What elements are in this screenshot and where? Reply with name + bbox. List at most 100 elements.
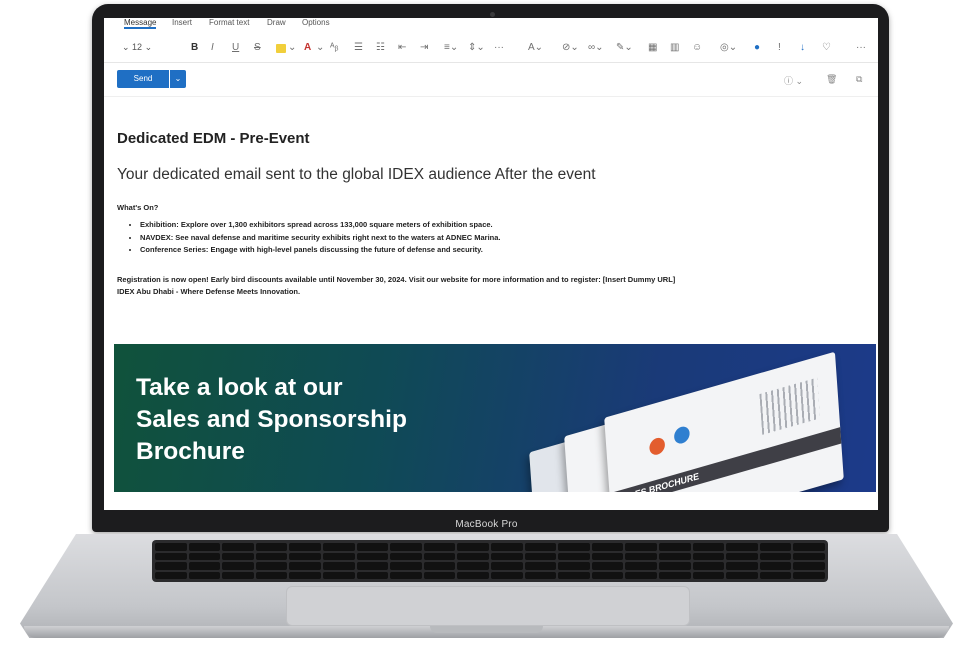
brochure-image-front: SALES BROCHURE xyxy=(604,351,844,492)
keyboard-key xyxy=(524,571,557,579)
keyboard-key xyxy=(558,552,590,560)
keyboard-key xyxy=(289,543,321,551)
keyboard-key xyxy=(289,562,321,570)
align-icon[interactable]: ≡⌄ xyxy=(444,43,458,53)
link-icon[interactable]: ∞⌄ xyxy=(588,43,604,53)
format-painter-icon[interactable]: ᴬᵦ xyxy=(330,43,338,53)
banner-line-1: Take a look at our xyxy=(136,374,343,401)
keyboard-key xyxy=(759,562,792,570)
keyboard-key xyxy=(155,552,187,560)
popout-icon[interactable]: ⧉ xyxy=(856,74,862,85)
bullet-list: Exhibition: Explore over 1,300 exhibitor… xyxy=(124,219,501,257)
keyboard-key xyxy=(423,571,456,579)
spacing-icon[interactable]: ⇕⌄ xyxy=(468,43,485,53)
keyboard-key xyxy=(524,562,557,570)
keyboard-key xyxy=(793,562,825,570)
keyboard-key xyxy=(457,562,489,570)
email-compose-window: Message Insert Format text Draw Options … xyxy=(104,18,878,510)
registration-text: Registration is now open! Early bird dis… xyxy=(117,275,676,284)
keyboard-key xyxy=(558,543,590,551)
keyboard-key xyxy=(726,543,758,551)
keyboard xyxy=(152,540,828,582)
keyboard-key xyxy=(356,543,389,551)
keyboard-key xyxy=(390,543,422,551)
keyboard-key xyxy=(289,552,321,560)
styles-icon[interactable]: A⌄ xyxy=(528,43,543,53)
keyboard-key xyxy=(591,543,624,551)
font-size-value: 12 xyxy=(132,42,143,52)
table-icon[interactable]: ▦ xyxy=(648,43,657,53)
strikethrough-button[interactable]: S xyxy=(254,43,261,53)
keyboard-key xyxy=(625,543,657,551)
attach-icon[interactable]: ⊘⌄ xyxy=(562,43,579,53)
brochure-banner[interactable]: Take a look at our Sales and Sponsorship… xyxy=(114,344,876,492)
keyboard-key xyxy=(659,543,691,551)
brochure-label: SALES BROCHURE xyxy=(609,427,842,492)
keyboard-key xyxy=(524,552,557,560)
tab-options[interactable]: Options xyxy=(302,18,330,27)
chevron-down-icon[interactable]: ⌄ xyxy=(316,43,324,53)
keyboard-key xyxy=(356,571,389,579)
keyboard-key xyxy=(222,571,254,579)
keyboard-key xyxy=(390,562,422,570)
bold-button[interactable]: B xyxy=(191,43,198,53)
decrease-indent-icon[interactable]: ⇤ xyxy=(398,43,406,53)
copilot-icon[interactable]: ◎⌄ xyxy=(720,43,737,53)
info-icon[interactable]: ⓘ ⌄ xyxy=(784,74,803,87)
keyboard-key xyxy=(323,552,355,560)
overflow-icon[interactable]: ··· xyxy=(856,43,866,53)
numbering-icon[interactable]: ☷ xyxy=(376,43,385,53)
chevron-down-icon[interactable]: ⌄ xyxy=(288,43,296,53)
send-bar: Send ⌄ ⓘ ⌄ 🗑 ⧉ xyxy=(104,66,878,97)
increase-indent-icon[interactable]: ⇥ xyxy=(420,43,428,53)
more-icon[interactable]: ··· xyxy=(494,43,504,53)
keyboard-key xyxy=(591,552,624,560)
keyboard-key xyxy=(390,571,422,579)
send-button[interactable]: Send xyxy=(117,70,169,88)
immersive-reader-icon[interactable]: ♡ xyxy=(822,43,831,53)
device-label: MacBook Pro xyxy=(455,519,518,530)
list-item: NAVDEX: See naval defense and maritime s… xyxy=(140,232,501,245)
keyboard-key xyxy=(491,562,523,570)
email-heading: Dedicated EDM - Pre-Event xyxy=(117,130,310,147)
tab-message[interactable]: Message xyxy=(124,18,157,29)
keyboard-key xyxy=(323,543,355,551)
italic-button[interactable]: I xyxy=(211,43,214,53)
keyboard-key xyxy=(423,552,456,560)
delete-icon[interactable]: 🗑 xyxy=(826,74,837,85)
tagline-text: IDEX Abu Dhabi - Where Defense Meets Inn… xyxy=(117,287,301,296)
keyboard-key xyxy=(692,543,725,551)
keyboard-key xyxy=(155,571,187,579)
tab-format-text[interactable]: Format text xyxy=(209,18,249,27)
lid-notch xyxy=(430,626,543,633)
highlight-icon[interactable] xyxy=(276,44,286,53)
underline-button[interactable]: U xyxy=(232,43,239,53)
email-subheading: Your dedicated email sent to the global … xyxy=(117,166,596,183)
keyboard-key xyxy=(155,562,187,570)
banner-line-3: Brochure xyxy=(136,438,245,465)
keyboard-key xyxy=(659,562,691,570)
sensitivity-icon[interactable]: ! xyxy=(778,43,781,53)
keyboard-key xyxy=(423,543,456,551)
keyboard-key xyxy=(255,552,288,560)
importance-icon[interactable]: ↓ xyxy=(800,43,805,53)
formatting-toolbar: ⌄ 12 ⌄ B I U S ⌄ A ⌄ ᴬᵦ ☰ ☷ ⇤ ⇥ ≡⌄ ⇕⌄ ··… xyxy=(104,34,878,63)
keyboard-key xyxy=(726,562,758,570)
keyboard-key xyxy=(625,571,657,579)
keyboard-key xyxy=(491,543,523,551)
keyboard-key xyxy=(659,571,691,579)
keyboard-key xyxy=(188,543,221,551)
chart-icon[interactable]: ▥ xyxy=(670,43,679,53)
signature-icon[interactable]: ✎⌄ xyxy=(616,43,633,53)
font-size-select[interactable]: ⌄ 12 ⌄ xyxy=(122,42,152,53)
tab-insert[interactable]: Insert xyxy=(172,18,192,27)
dictate-icon[interactable]: ● xyxy=(754,43,760,53)
font-color-button[interactable]: A xyxy=(304,43,311,53)
trackpad xyxy=(286,586,690,626)
bullets-icon[interactable]: ☰ xyxy=(354,43,363,53)
keyboard-key xyxy=(423,562,456,570)
emoji-icon[interactable]: ☺ xyxy=(692,43,702,53)
send-options-button[interactable]: ⌄ xyxy=(170,70,186,88)
keyboard-key xyxy=(188,552,221,560)
tab-draw[interactable]: Draw xyxy=(267,18,286,27)
